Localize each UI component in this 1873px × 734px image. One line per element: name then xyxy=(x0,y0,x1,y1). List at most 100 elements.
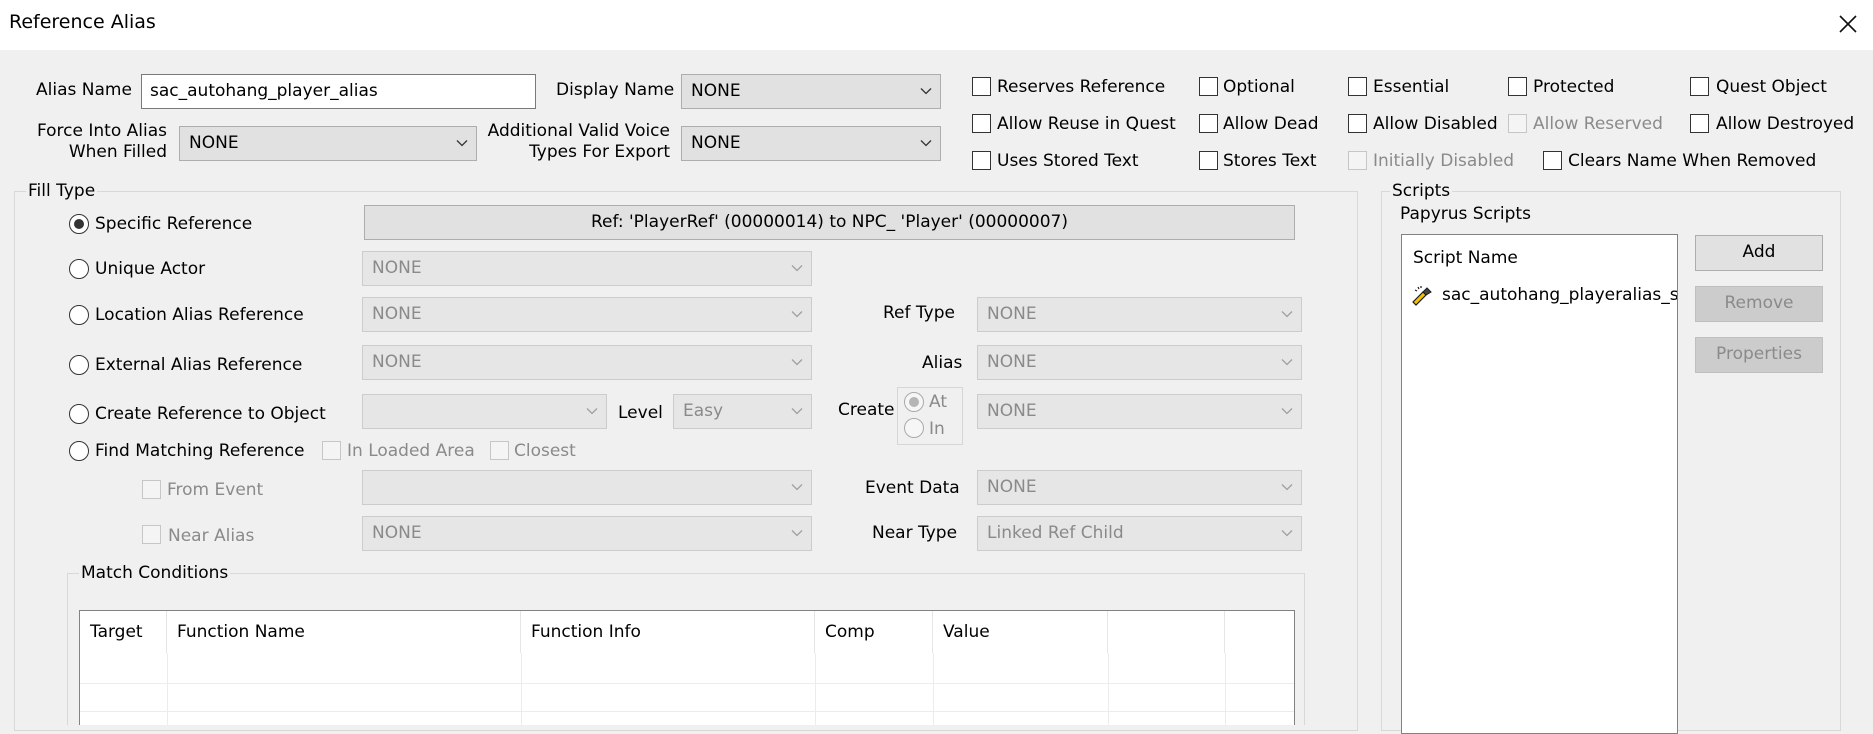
uses-stored-text-label: Uses Stored Text xyxy=(997,151,1139,171)
force-into-alias-label-line2: When Filled xyxy=(68,142,167,162)
column-divider xyxy=(933,653,934,725)
unique-actor-value: NONE xyxy=(372,258,422,278)
display-name-dropdown[interactable]: NONE xyxy=(681,74,941,109)
chevron-down-icon xyxy=(1281,408,1293,415)
voice-types-label-line2: Types For Export xyxy=(529,142,670,162)
chevron-down-icon xyxy=(791,408,803,415)
alias-name-input[interactable]: sac_autohang_player_alias xyxy=(141,74,536,109)
chevron-down-icon xyxy=(586,408,598,415)
quest-object-checkbox[interactable] xyxy=(1690,77,1709,96)
allow-disabled-checkbox[interactable] xyxy=(1348,114,1367,133)
near-type-label: Near Type xyxy=(872,523,958,543)
uses-stored-text-checkbox[interactable] xyxy=(972,151,991,170)
voice-types-dropdown[interactable]: NONE xyxy=(681,126,941,161)
force-into-alias-label-line1: Force Into Alias xyxy=(36,121,167,141)
create-in-label: In xyxy=(929,419,945,439)
clears-name-checkbox[interactable] xyxy=(1543,151,1562,170)
event-data-label: Event Data xyxy=(865,478,960,498)
allow-reuse-checkbox[interactable] xyxy=(972,114,991,133)
close-icon[interactable] xyxy=(1836,12,1860,36)
initially-disabled-label: Initially Disabled xyxy=(1373,151,1515,171)
essential-checkbox[interactable] xyxy=(1348,77,1367,96)
allow-dead-checkbox[interactable] xyxy=(1199,114,1218,133)
column-target[interactable]: Target xyxy=(80,611,167,653)
table-row[interactable] xyxy=(80,683,1294,684)
scripts-label: Scripts xyxy=(1390,181,1453,201)
column-function-name[interactable]: Function Name xyxy=(167,611,521,653)
column-function-info[interactable]: Function Info xyxy=(521,611,815,653)
from-event-dropdown xyxy=(362,470,812,505)
ref-type-label: Ref Type xyxy=(883,303,955,323)
chevron-down-icon xyxy=(1281,530,1293,537)
allow-disabled-label: Allow Disabled xyxy=(1373,114,1498,134)
external-alias-value: NONE xyxy=(372,352,422,372)
alias-label: Alias xyxy=(922,353,963,373)
find-matching-radio[interactable] xyxy=(69,441,89,461)
conditions-table[interactable]: Target Function Name Function Info Comp … xyxy=(79,610,1295,725)
near-alias-label: Near Alias xyxy=(168,526,255,546)
specific-reference-button[interactable]: Ref: 'PlayerRef' (00000014) to NPC_ 'Pla… xyxy=(364,205,1295,240)
chevron-down-icon xyxy=(791,265,803,272)
column-extra-1 xyxy=(1108,611,1225,653)
force-into-alias-dropdown[interactable]: NONE xyxy=(179,126,477,161)
chevron-down-icon xyxy=(920,88,932,95)
chevron-down-icon xyxy=(1281,484,1293,491)
table-row[interactable] xyxy=(80,711,1294,712)
closest-checkbox xyxy=(490,441,509,460)
location-alias-value: NONE xyxy=(372,304,422,324)
alias-dropdown: NONE xyxy=(977,345,1302,380)
column-divider xyxy=(815,653,816,725)
create-at-radio xyxy=(904,392,924,412)
level-dropdown: Easy xyxy=(673,394,812,429)
create-at-dropdown: NONE xyxy=(977,394,1302,429)
quest-object-label: Quest Object xyxy=(1716,77,1827,97)
papyrus-scripts-label: Papyrus Scripts xyxy=(1400,204,1531,224)
window-title: Reference Alias xyxy=(9,11,156,33)
force-into-alias-label: Force Into Alias When Filled xyxy=(20,121,167,163)
column-value[interactable]: Value xyxy=(933,611,1108,653)
allow-destroyed-label: Allow Destroyed xyxy=(1716,114,1855,134)
create-reference-radio[interactable] xyxy=(69,404,89,424)
display-name-label: Display Name xyxy=(556,80,675,100)
unique-actor-radio[interactable] xyxy=(69,259,89,279)
initially-disabled-checkbox xyxy=(1348,151,1367,170)
location-alias-radio[interactable] xyxy=(69,305,89,325)
near-alias-dropdown: NONE xyxy=(362,516,812,551)
reserves-reference-checkbox[interactable] xyxy=(972,77,991,96)
from-event-checkbox xyxy=(142,480,161,499)
chevron-down-icon xyxy=(1281,311,1293,318)
specific-reference-radio[interactable] xyxy=(69,214,89,234)
title-bar xyxy=(0,0,1873,50)
chevron-down-icon xyxy=(791,311,803,318)
properties-button: Properties xyxy=(1695,337,1823,373)
unique-actor-dropdown: NONE xyxy=(362,251,812,286)
protected-label: Protected xyxy=(1533,77,1615,97)
voice-types-value: NONE xyxy=(691,133,741,153)
stores-text-checkbox[interactable] xyxy=(1199,151,1218,170)
add-script-button[interactable]: Add xyxy=(1695,235,1823,271)
external-alias-label: External Alias Reference xyxy=(95,355,303,375)
optional-checkbox[interactable] xyxy=(1199,77,1218,96)
column-comp[interactable]: Comp xyxy=(815,611,933,653)
create-label: Create xyxy=(838,400,895,420)
create-at-label: At xyxy=(929,392,947,412)
script-name-header: Script Name xyxy=(1413,248,1518,268)
essential-label: Essential xyxy=(1373,77,1450,97)
scripts-list[interactable]: Script Name sac_autohang_playeralias_s xyxy=(1401,234,1678,734)
alias-name-label: Alias Name xyxy=(36,80,132,100)
specific-reference-label: Specific Reference xyxy=(95,214,253,234)
find-matching-label: Find Matching Reference xyxy=(95,441,305,461)
list-item[interactable]: sac_autohang_playeralias_s xyxy=(1410,282,1677,308)
stores-text-label: Stores Text xyxy=(1223,151,1317,171)
protected-checkbox[interactable] xyxy=(1508,77,1527,96)
event-data-value: NONE xyxy=(987,477,1037,497)
external-alias-radio[interactable] xyxy=(69,355,89,375)
external-alias-dropdown: NONE xyxy=(362,345,812,380)
allow-destroyed-checkbox[interactable] xyxy=(1690,114,1709,133)
alias-value: NONE xyxy=(987,352,1037,372)
clears-name-label: Clears Name When Removed xyxy=(1568,151,1817,171)
match-conditions-label: Match Conditions xyxy=(79,563,231,583)
in-loaded-area-checkbox xyxy=(322,441,341,460)
from-event-label: From Event xyxy=(167,480,264,500)
chevron-down-icon xyxy=(791,359,803,366)
